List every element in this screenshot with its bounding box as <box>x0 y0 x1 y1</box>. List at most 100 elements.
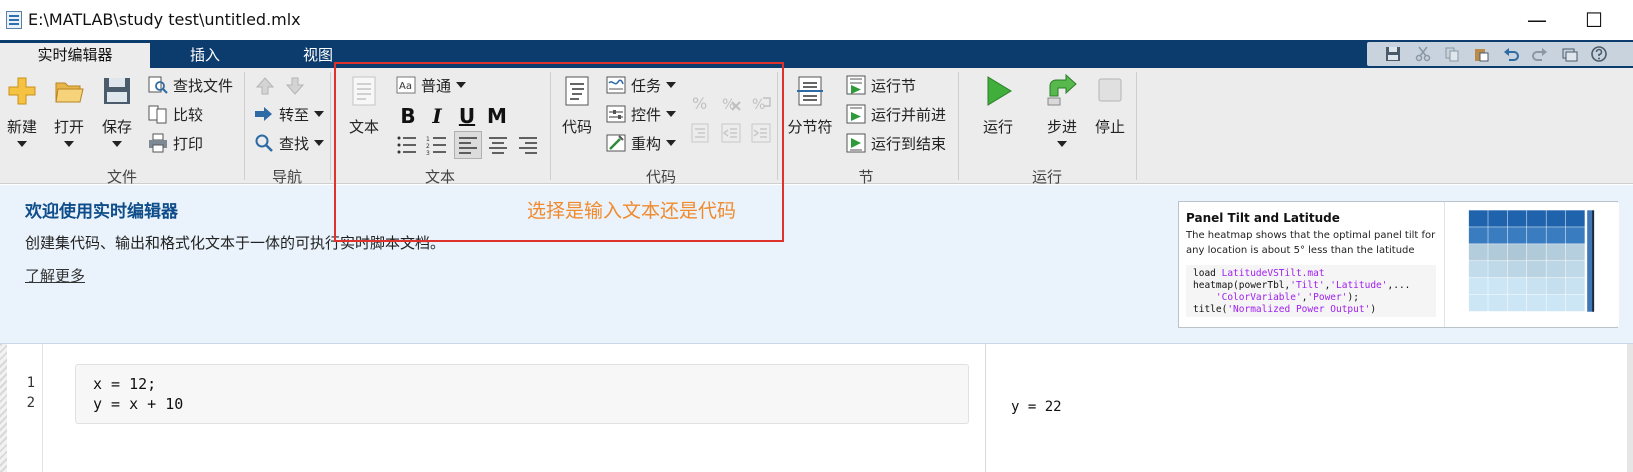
save-button[interactable]: 保存 <box>95 74 139 147</box>
code-document-icon <box>565 76 589 106</box>
svg-text:2: 2 <box>426 143 430 150</box>
heatmap-cell <box>1527 277 1546 295</box>
wrap-comments-icon[interactable]: % <box>750 92 772 114</box>
control-button[interactable]: 控件 <box>606 102 677 126</box>
arrow-down-icon[interactable] <box>285 76 305 96</box>
chevron-down-icon <box>666 82 677 88</box>
save-icon[interactable] <box>1385 46 1401 62</box>
tab-view[interactable]: 视图 <box>278 43 358 68</box>
tab-live-editor[interactable]: 实时编辑器 <box>0 43 150 68</box>
italic-button[interactable]: I <box>425 104 449 128</box>
heatmap-cell <box>1507 277 1527 295</box>
vertical-scrollbar[interactable] <box>1627 344 1633 472</box>
paste-icon[interactable] <box>1473 46 1489 62</box>
numbered-list-icon[interactable]: 123 <box>426 134 448 156</box>
bold-button[interactable]: B <box>396 104 420 128</box>
task-button[interactable]: 任务 <box>606 73 677 97</box>
text-style-select[interactable]: Aa 普通 <box>396 73 467 97</box>
svg-text:1: 1 <box>426 136 430 143</box>
svg-text:%: % <box>692 94 707 113</box>
heatmap-cell <box>1546 210 1566 227</box>
ribbon: 新建 打开 保存 查找文件 比较 打印 文件 转至 查找 导航 文本 Aa 普通… <box>0 68 1633 186</box>
example-title: Panel Tilt and Latitude <box>1186 211 1340 225</box>
maximize-button[interactable]: ☐ <box>1582 8 1606 32</box>
step-arrow-icon <box>1047 74 1077 106</box>
chevron-down-icon <box>314 111 325 117</box>
goto-arrow-icon <box>255 107 272 121</box>
heatmap-cell <box>1507 261 1527 278</box>
heatmap-cell <box>1507 244 1527 261</box>
heatmap-cell <box>1527 227 1546 244</box>
svg-text:%: % <box>752 97 765 113</box>
quick-access-toolbar <box>1367 42 1633 66</box>
comment-icon[interactable]: % <box>690 92 712 114</box>
run-and-advance-button[interactable]: 运行并前进 <box>846 102 946 126</box>
help-icon[interactable] <box>1591 46 1607 62</box>
refactor-icon <box>606 134 626 152</box>
heatmap-cell <box>1507 210 1527 227</box>
svg-text:%: % <box>722 97 735 113</box>
cut-icon[interactable] <box>1415 46 1431 62</box>
redo-icon[interactable] <box>1532 46 1548 62</box>
new-button[interactable]: 新建 <box>0 74 44 147</box>
decrease-indent-icon[interactable] <box>720 122 742 144</box>
chevron-down-icon <box>112 141 122 147</box>
chevron-down-icon <box>1057 141 1067 147</box>
new-plus-icon <box>8 77 36 105</box>
find-files-icon <box>148 76 168 94</box>
step-button[interactable]: 步进 <box>1040 74 1084 147</box>
run-button[interactable]: 运行 <box>976 74 1020 137</box>
run-section-button[interactable]: 运行节 <box>846 73 916 97</box>
tab-insert[interactable]: 插入 <box>165 43 245 68</box>
run-to-end-icon <box>846 133 866 153</box>
align-right-icon[interactable] <box>517 134 539 156</box>
monospace-button[interactable]: M <box>485 104 509 128</box>
code-block[interactable]: x = 12; y = x + 10 <box>75 364 969 424</box>
ribbon-divider <box>1136 72 1137 180</box>
ribbon-divider <box>958 72 959 180</box>
section-break-button[interactable]: 分节符 <box>782 74 838 137</box>
output-value: y = 22 <box>1011 399 1062 415</box>
stop-button[interactable]: 停止 <box>1088 74 1132 137</box>
text-mode-button[interactable]: 文本 <box>342 74 386 137</box>
open-button[interactable]: 打开 <box>47 74 91 147</box>
learn-more-link[interactable]: 了解更多 <box>25 265 85 286</box>
align-center-icon[interactable] <box>487 134 509 156</box>
align-left-icon[interactable] <box>454 131 482 159</box>
code-line[interactable]: y = x + 10 <box>93 395 183 413</box>
find-files-button[interactable]: 查找文件 <box>148 73 233 97</box>
bullet-list-icon[interactable] <box>396 134 418 156</box>
heatmap-cell <box>1527 210 1546 227</box>
navigate-group-label: 导航 <box>271 168 302 186</box>
copy-icon[interactable] <box>1444 46 1460 62</box>
switch-windows-icon[interactable] <box>1562 46 1578 62</box>
arrow-up-icon[interactable] <box>255 76 275 96</box>
example-card[interactable]: Panel Tilt and Latitude The heatmap show… <box>1178 201 1619 328</box>
line-numbers: 1 2 <box>7 344 43 472</box>
refactor-button[interactable]: 重构 <box>606 131 677 155</box>
find-button[interactable]: 查找 <box>254 131 325 155</box>
task-icon <box>606 76 626 94</box>
title-bar: E:\MATLAB\study test\untitled.mlx — ☐ <box>0 0 1633 40</box>
heatmap-cell <box>1507 294 1527 312</box>
smart-indent-icon[interactable] <box>690 122 712 144</box>
play-icon <box>987 76 1012 106</box>
svg-text:Aa: Aa <box>399 81 412 92</box>
compare-button[interactable]: 比较 <box>148 102 203 126</box>
increase-indent-icon[interactable] <box>750 122 772 144</box>
goto-button[interactable]: 转至 <box>254 102 325 126</box>
heatmap-cell <box>1488 227 1508 244</box>
heatmap-cell <box>1468 210 1488 227</box>
heatmap-cell <box>1546 227 1566 244</box>
undo-icon[interactable] <box>1503 46 1519 62</box>
code-line[interactable]: x = 12; <box>93 375 156 393</box>
run-to-end-button[interactable]: 运行到结束 <box>846 131 946 155</box>
code-mode-button[interactable]: 代码 <box>555 74 599 137</box>
print-button[interactable]: 打印 <box>148 131 203 155</box>
section-group-label: 节 <box>858 168 874 186</box>
uncomment-icon[interactable]: % <box>720 92 742 114</box>
minimize-button[interactable]: — <box>1525 8 1549 32</box>
example-description: The heatmap shows that the optimal panel… <box>1186 230 1436 256</box>
heatmap-cell <box>1527 244 1546 261</box>
underline-button[interactable]: U <box>455 104 479 128</box>
